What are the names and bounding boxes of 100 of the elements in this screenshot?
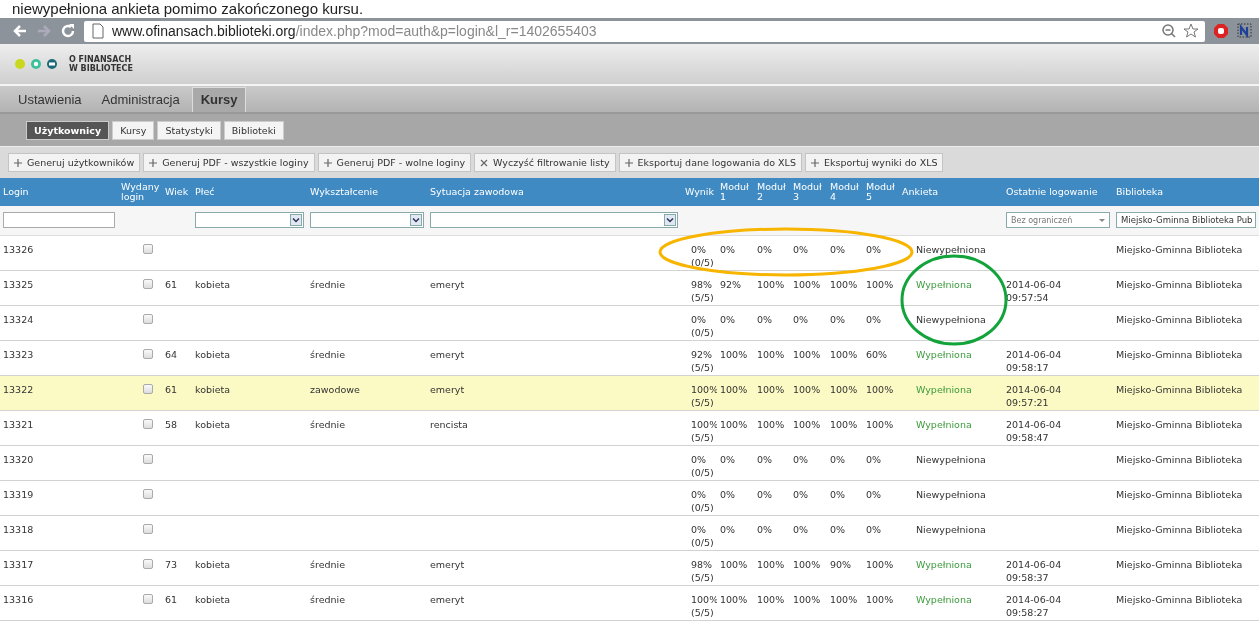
table-cell: 100%	[793, 558, 821, 570]
zoom-out-icon[interactable]	[1161, 23, 1177, 39]
survey-status: Wypełniona	[916, 418, 972, 430]
column-header[interactable]: Moduł 5	[863, 178, 899, 206]
table-row[interactable]: 13317 73 kobieta średnie emeryt 98% (5/5) 100% 100% 100% 90% 100% Wypełniona 2014-06-04 09:58:37 Miejsko-Gminna Biblioteka	[0, 550, 1259, 585]
plus-icon	[323, 158, 332, 167]
address-bar[interactable]: www.ofinansach.biblioteki.org/index.php?mod=auth&p=login&l_r=1402655403	[84, 20, 1205, 42]
column-header[interactable]: Ostatnie logowanie	[1003, 178, 1113, 206]
column-header[interactable]: Sytuacja zawodowa	[427, 178, 681, 206]
column-header[interactable]: Wydany login	[118, 178, 162, 206]
table-cell: 100%	[830, 418, 858, 430]
issued-checkbox[interactable]	[143, 383, 153, 394]
column-header[interactable]: Moduł 4	[827, 178, 863, 206]
sub-tab[interactable]: Statystyki	[157, 120, 221, 140]
table-cell: 0%	[691, 488, 707, 500]
table-cell: 100%	[720, 348, 748, 360]
sub-tab[interactable]: Biblioteki	[223, 120, 284, 140]
stop-hand-icon[interactable]	[1213, 23, 1229, 39]
table-cell: 0%	[757, 243, 773, 255]
star-icon[interactable]	[1183, 23, 1199, 39]
issued-checkbox[interactable]	[143, 593, 153, 604]
table-row[interactable]: 13319 0% (0/5) 0% 0% 0% 0% 0% Niewypełniona Miejsko-Gminna Biblioteka	[0, 480, 1259, 515]
survey-status: Wypełniona	[916, 383, 972, 395]
column-header[interactable]: Wiek	[162, 178, 192, 206]
column-header[interactable]: Wynik	[681, 178, 717, 206]
survey-status: Wypełniona	[916, 558, 972, 570]
table-cell: 0%	[720, 523, 736, 535]
issued-checkbox[interactable]	[143, 278, 153, 289]
table-cell: 100%	[793, 593, 821, 605]
column-header[interactable]: Moduł 3	[790, 178, 827, 206]
table-cell: Miejsko-Gminna Biblioteka	[1116, 593, 1243, 605]
reload-icon[interactable]	[60, 23, 76, 39]
library-filter-select[interactable]: Miejsko-Gminna Biblioteka Pub	[1116, 212, 1256, 229]
nav-tab[interactable]: Ustawienia	[10, 88, 90, 112]
table-cell: 0%	[830, 523, 846, 535]
toolbar-button[interactable]: Generuj PDF - wolne loginy	[317, 153, 472, 172]
table-cell: 92%	[691, 348, 713, 360]
n-extension-icon[interactable]	[1237, 23, 1253, 39]
table-cell: kobieta	[195, 418, 231, 430]
table-row[interactable]: 13316 61 kobieta średnie emeryt 100% (5/5) 100% 100% 100% 100% 100% Wypełniona 2014-06-04 09:58:27 Miejsko-Gminna Biblioteka	[0, 585, 1259, 620]
table-cell: 09:58:17	[1006, 361, 1049, 373]
table-cell: 09:58:37	[1006, 571, 1049, 583]
toolbar-button[interactable]: Generuj użytkowników	[8, 153, 141, 172]
column-header[interactable]: Moduł 1	[717, 178, 754, 206]
issued-checkbox[interactable]	[143, 488, 153, 499]
login-filter-field[interactable]	[3, 212, 115, 229]
sub-tab[interactable]: Użytkownicy	[26, 120, 110, 140]
issued-checkbox[interactable]	[143, 558, 153, 569]
table-row[interactable]: 13326 0% (0/5) 0% 0% 0% 0% 0% Niewypełniona Miejsko-Gminna Biblioteka	[0, 235, 1259, 270]
issued-checkbox[interactable]	[143, 453, 153, 464]
table-row[interactable]: 13321 58 kobieta średnie rencista 100% (5/5) 100% 100% 100% 100% 100% Wypełniona 2014-06-04 09:58:47 Miejsko-Gminna Biblioteka	[0, 410, 1259, 445]
nav-tab[interactable]: Kursy	[191, 87, 247, 112]
back-icon[interactable]	[12, 23, 28, 39]
column-header[interactable]: Płeć	[192, 178, 307, 206]
column-header[interactable]: Wykształcenie	[307, 178, 427, 206]
table-cell: średnie	[310, 348, 346, 360]
table-row[interactable]: 13318 0% (0/5) 0% 0% 0% 0% 0% Niewypełniona Miejsko-Gminna Biblioteka	[0, 515, 1259, 550]
issued-checkbox[interactable]	[143, 313, 153, 324]
table-cell: 100%	[866, 593, 894, 605]
table-cell: 09:57:21	[1006, 396, 1049, 408]
table-row[interactable]: 13323 64 kobieta średnie emeryt 92% (5/5) 100% 100% 100% 100% 60% Wypełniona 2014-06-04 09:58:17 Miejsko-Gminna Biblioteka	[0, 340, 1259, 375]
table-cell: 13324	[3, 313, 34, 325]
table-cell: kobieta	[195, 348, 231, 360]
forward-icon[interactable]	[36, 23, 52, 39]
table-row[interactable]: 13324 0% (0/5) 0% 0% 0% 0% 0% Niewypełniona Miejsko-Gminna Biblioteka	[0, 305, 1259, 340]
table-cell: 64	[165, 348, 178, 360]
column-header[interactable]: Biblioteka	[1113, 178, 1259, 206]
table-cell: 2014-06-04	[1006, 348, 1062, 360]
issued-checkbox[interactable]	[143, 418, 153, 429]
table-cell: 0%	[793, 243, 809, 255]
table-cell: 0%	[720, 453, 736, 465]
survey-status: Niewypełniona	[916, 313, 986, 325]
table-cell: 100%	[691, 593, 717, 605]
issued-checkbox[interactable]	[143, 348, 153, 359]
table-cell: (5/5)	[691, 606, 714, 618]
table-cell: 100%	[757, 593, 785, 605]
nav-tab[interactable]: Administracja	[93, 88, 188, 112]
table-cell: 0%	[720, 488, 736, 500]
table-row[interactable]: 13320 0% (0/5) 0% 0% 0% 0% 0% Niewypełniona Miejsko-Gminna Biblioteka	[0, 445, 1259, 480]
table-cell: Miejsko-Gminna Biblioteka	[1116, 558, 1243, 570]
sub-tab[interactable]: Kursy	[112, 120, 155, 140]
column-header[interactable]: Moduł 2	[754, 178, 790, 206]
table-cell: 0%	[720, 243, 736, 255]
issued-checkbox[interactable]	[143, 243, 153, 254]
table-row[interactable]: 13325 61 kobieta średnie emeryt 98% (5/5) 92% 100% 100% 100% 100% Wypełniona 2014-06-04 09:57:54 Miejsko-Gminna Biblioteka	[0, 270, 1259, 305]
table-cell: 100%	[866, 383, 894, 395]
toolbar-button[interactable]: Eksportuj wyniki do XLS	[804, 153, 944, 172]
last-login-filter-select[interactable]: Bez ograniczeń	[1006, 212, 1110, 229]
column-header[interactable]: Ankieta	[899, 178, 1003, 206]
toolbar-button[interactable]: Generuj PDF - wszystkie loginy	[143, 153, 315, 172]
toolbar-button[interactable]: Eksportuj dane logowania do XLS	[618, 153, 802, 172]
table-cell: 100%	[720, 418, 748, 430]
table-cell: średnie	[310, 593, 346, 605]
toolbar-button[interactable]: Wyczyść filtrowanie listy	[474, 153, 616, 172]
table-cell: 100%	[757, 348, 785, 360]
table-cell: 100%	[793, 348, 821, 360]
table-cell: Miejsko-Gminna Biblioteka	[1116, 453, 1243, 465]
table-cell: 98%	[691, 278, 713, 290]
issued-checkbox[interactable]	[143, 523, 153, 534]
column-header[interactable]: Login	[0, 178, 118, 206]
